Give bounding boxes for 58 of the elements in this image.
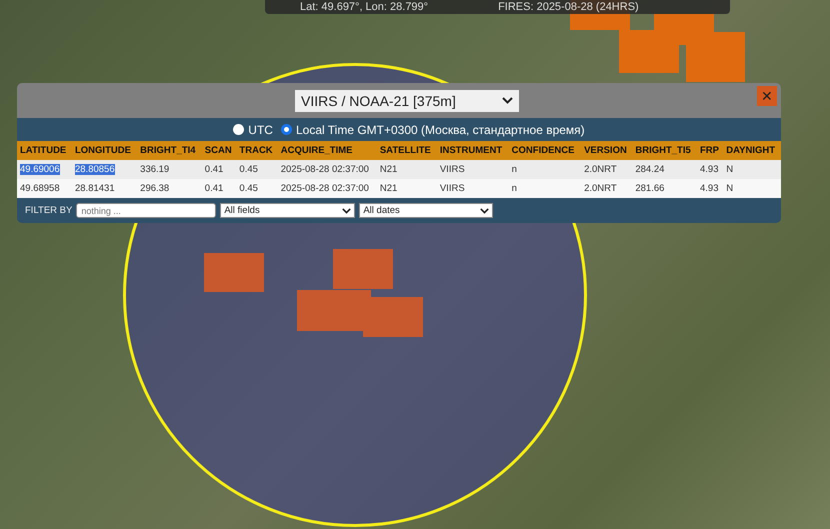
table-cell: 296.38 (140, 183, 170, 194)
chevron-down-icon (480, 208, 490, 214)
table-cell: 28.80856 (74, 164, 115, 175)
time-radio[interactable]: UTC (233, 122, 273, 136)
table-cell: 49.68958 (20, 183, 60, 194)
table-cell: 2025-08-28 02:37:00 (280, 183, 369, 194)
table-cell: 4.93 (700, 183, 718, 194)
column-header: BRIGHT_TI5 (632, 141, 697, 160)
table-cell: 2.0NRT (584, 183, 617, 194)
column-header: DAYNIGHT (723, 141, 781, 160)
table-cell: n (512, 183, 517, 194)
table-cell: N (726, 183, 734, 194)
fires-date-text: FIRES: 2025-08-28 (24HRS) (498, 1, 639, 13)
column-header: ACQUIRE_TIME (278, 141, 377, 160)
column-header: FRP (697, 141, 724, 160)
field-select[interactable]: All fields (220, 203, 356, 218)
coordinates-text: Lat: 49.697°, Lon: 28.799° (300, 1, 428, 13)
column-header: SATELLITE (376, 141, 437, 160)
column-header: SCAN (202, 141, 236, 160)
fire-marker[interactable] (204, 253, 264, 292)
table-cell: 281.66 (635, 183, 664, 194)
table-cell: 49.69006 (20, 164, 60, 175)
table-cell: VIIRS (440, 164, 465, 175)
column-header: LATITUDE (17, 141, 72, 160)
chevron-down-icon (502, 97, 513, 104)
column-header: INSTRUMENT (436, 141, 509, 160)
close-button[interactable]: ✕ (757, 86, 777, 106)
fire-marker[interactable] (686, 32, 745, 82)
time-radio[interactable]: Local Time GMT+0300 (Москва, стандартное время) (280, 122, 585, 136)
chevron-down-icon (342, 208, 352, 214)
fire-marker[interactable] (363, 297, 423, 337)
table-cell: 0.41 (204, 183, 224, 194)
table-cell: N21 (380, 183, 398, 194)
fire-marker[interactable] (297, 290, 371, 331)
table-cell: VIIRS (440, 183, 465, 194)
fire-marker[interactable] (619, 30, 679, 73)
table-cell: 2025-08-28 02:37:00 (280, 164, 369, 175)
column-header: TRACK (236, 141, 278, 160)
table-cell: 2.0NRT (584, 164, 617, 175)
table-cell: N (726, 164, 734, 175)
table-cell: 336.19 (140, 164, 170, 175)
column-header: BRIGHT_TI4 (137, 141, 202, 160)
date-select[interactable]: All dates (359, 203, 494, 218)
table-cell: 28.81431 (74, 183, 115, 194)
column-header: VERSION (581, 141, 632, 160)
filter-label: FILTER BY (25, 205, 72, 216)
source-select[interactable]: VIIRS / NOAA-21 [375m] (295, 90, 519, 112)
table-cell: N21 (380, 164, 398, 175)
table-cell: n (512, 164, 517, 175)
table-cell: 0.45 (239, 164, 258, 175)
table-cell: 4.93 (700, 164, 718, 175)
filter-input-field[interactable]: nothing ... (76, 203, 216, 218)
fire-marker[interactable] (333, 249, 393, 289)
table-cell: 0.45 (239, 183, 258, 194)
table-cell: 0.41 (204, 164, 224, 175)
column-header: CONFIDENCE (508, 141, 582, 160)
table-cell: 284.24 (635, 164, 664, 175)
column-header: LONGITUDE (72, 141, 138, 160)
